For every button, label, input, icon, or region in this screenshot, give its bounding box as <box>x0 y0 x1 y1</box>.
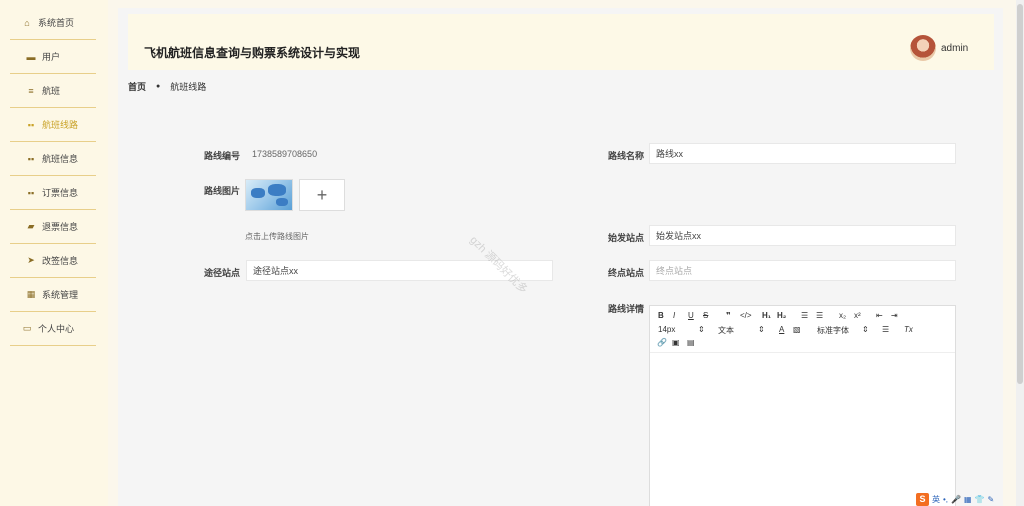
sidebar: ⌂ 系统首页 ▬ 用户 ≡ 航班 ▪▪ 航班线路 ▪▪ 航班信息 ▪▪ 订票信息… <box>0 0 108 506</box>
sidebar-item-system[interactable]: ▦ 系统管理 <box>10 278 96 312</box>
font-family-select[interactable]: 标准字体 <box>817 325 849 336</box>
plus-icon: + <box>316 184 328 205</box>
grid-icon: ▪▪ <box>27 119 35 130</box>
sidebar-item-label: 退票信息 <box>42 222 79 232</box>
calendar-icon: ▭ <box>22 323 32 333</box>
background-color-icon[interactable]: ▧ <box>793 325 801 334</box>
ordered-list-icon[interactable]: ☰ <box>801 311 808 320</box>
page-scrollbar[interactable] <box>1016 0 1024 506</box>
grid-icon: ▪▪ <box>27 153 35 164</box>
font-color-icon[interactable]: A <box>779 325 784 334</box>
route-name-label: 路线名称 <box>607 151 644 161</box>
sidebar-item-changes[interactable]: ➤ 改签信息 <box>10 244 96 278</box>
h1-icon[interactable]: H₁ <box>762 311 771 320</box>
indent-icon[interactable]: ⇥ <box>891 311 898 320</box>
underline-icon[interactable]: U <box>688 311 694 320</box>
bold-icon[interactable]: B <box>658 311 664 320</box>
start-station-label: 始发站点 <box>607 233 644 243</box>
sidebar-item-refunds[interactable]: ▰ 退票信息 <box>10 210 96 244</box>
sidebar-item-label: 改签信息 <box>42 256 79 266</box>
ime-language-label[interactable]: 英 <box>932 494 940 505</box>
app-title: 飞机航班信息查询与购票系统设计与实现 <box>144 46 361 60</box>
link-icon[interactable]: 🔗 <box>657 338 667 347</box>
home-icon: ⌂ <box>24 17 30 28</box>
scrollbar-thumb[interactable] <box>1017 4 1023 384</box>
text-type-chevron-icon[interactable]: ⇕ <box>758 325 765 334</box>
sidebar-item-label: 航班信息 <box>42 154 79 164</box>
breadcrumb: 首页 ● 航班线路 <box>128 80 206 93</box>
via-station-label: 途径站点 <box>203 268 240 278</box>
sidebar-item-label: 系统首页 <box>38 18 75 28</box>
bullet-list-icon[interactable]: ☰ <box>816 311 823 320</box>
ime-tray: S 英 •, 🎤 ▦ 👕 ✎ <box>916 492 1016 506</box>
toolbox-icon[interactable]: ✎ <box>988 495 995 504</box>
outdent-icon[interactable]: ⇤ <box>876 311 883 320</box>
keyboard-icon[interactable]: ▦ <box>964 495 972 504</box>
breadcrumb-current: 航班线路 <box>170 82 207 92</box>
sogou-ime-icon[interactable]: S <box>916 492 929 506</box>
route-image-thumbnail[interactable] <box>245 179 293 211</box>
sidebar-item-bookings[interactable]: ▪▪ 订票信息 <box>10 176 96 210</box>
image-icon[interactable]: ▣ <box>672 338 680 347</box>
h2-icon[interactable]: H₂ <box>777 311 786 320</box>
user-card-icon: ▬ <box>26 51 36 62</box>
send-icon: ➤ <box>27 255 35 265</box>
sidebar-item-label: 航班线路 <box>42 120 79 130</box>
align-icon[interactable]: ☰ <box>882 325 889 334</box>
route-name-input[interactable]: 路线xx <box>649 143 956 164</box>
route-detail-label: 路线详情 <box>607 304 644 314</box>
sidebar-item-profile[interactable]: ▭ 个人中心 <box>10 312 96 346</box>
sidebar-item-label: 用户 <box>42 52 61 62</box>
microphone-icon[interactable]: 🎤 <box>951 495 961 504</box>
quote-icon[interactable]: ❞ <box>726 311 731 320</box>
header-bar: 飞机航班信息查询与购票系统设计与实现 admin <box>128 14 994 70</box>
grid-icon: ▪▪ <box>27 187 35 198</box>
sidebar-item-label: 订票信息 <box>42 188 79 198</box>
strike-icon[interactable]: S <box>703 311 708 320</box>
upload-image-button[interactable]: + <box>299 179 345 211</box>
sidebar-item-label: 系统管理 <box>42 290 79 300</box>
sidebar-item-flights[interactable]: ≡ 航班 <box>10 74 96 108</box>
font-size-chevron-icon[interactable]: ⇕ <box>698 325 705 334</box>
editor-toolbar: B I U S ❞ </> H₁ H₂ ☰ ☰ x₂ x² ⇤ ⇥ 14px ⇕… <box>650 306 955 350</box>
route-image-label: 路线图片 <box>203 186 240 196</box>
font-size-select[interactable]: 14px <box>658 325 675 334</box>
rich-text-editor[interactable]: B I U S ❞ </> H₁ H₂ ☰ ☰ x₂ x² ⇤ ⇥ 14px ⇕… <box>649 305 956 506</box>
username[interactable]: admin <box>941 43 968 54</box>
sidebar-item-label: 个人中心 <box>38 324 75 334</box>
code-icon[interactable]: </> <box>740 311 752 320</box>
breadcrumb-separator-icon: ● <box>156 83 161 90</box>
end-station-input[interactable]: 终点站点 <box>649 260 956 281</box>
sidebar-item-users[interactable]: ▬ 用户 <box>10 40 96 74</box>
start-station-input[interactable]: 始发站点xx <box>649 225 956 246</box>
sidebar-item-home[interactable]: ⌂ 系统首页 <box>10 6 96 40</box>
ticket-icon: ▰ <box>27 221 35 231</box>
font-family-chevron-icon[interactable]: ⇕ <box>862 325 869 334</box>
clipboard-icon: ▦ <box>26 289 36 299</box>
breadcrumb-home[interactable]: 首页 <box>128 80 146 93</box>
avatar[interactable] <box>910 35 936 61</box>
editor-content-area[interactable] <box>650 352 955 506</box>
subscript-icon[interactable]: x₂ <box>839 311 846 320</box>
superscript-icon[interactable]: x² <box>854 311 861 320</box>
clear-format-icon[interactable]: Tx <box>904 325 913 334</box>
video-icon[interactable]: ▤ <box>687 338 695 347</box>
end-station-label: 终点站点 <box>607 268 644 278</box>
route-no-label: 路线编号 <box>203 151 240 161</box>
main-content: 飞机航班信息查询与购票系统设计与实现 admin 首页 ● 航班线路 路线编号 … <box>118 8 1003 506</box>
sidebar-item-label: 航班 <box>42 86 61 96</box>
italic-icon[interactable]: I <box>673 311 675 320</box>
punctuation-icon[interactable]: •, <box>943 495 948 504</box>
sidebar-item-flight-info[interactable]: ▪▪ 航班信息 <box>10 142 96 176</box>
text-type-select[interactable]: 文本 <box>718 325 734 336</box>
menu-lines-icon: ≡ <box>28 85 34 96</box>
upload-hint: 点击上传路线图片 <box>245 232 309 241</box>
skin-icon[interactable]: 👕 <box>975 495 985 504</box>
route-no-value: 1738589708650 <box>252 149 318 159</box>
sidebar-item-flight-routes[interactable]: ▪▪ 航班线路 <box>10 108 96 142</box>
